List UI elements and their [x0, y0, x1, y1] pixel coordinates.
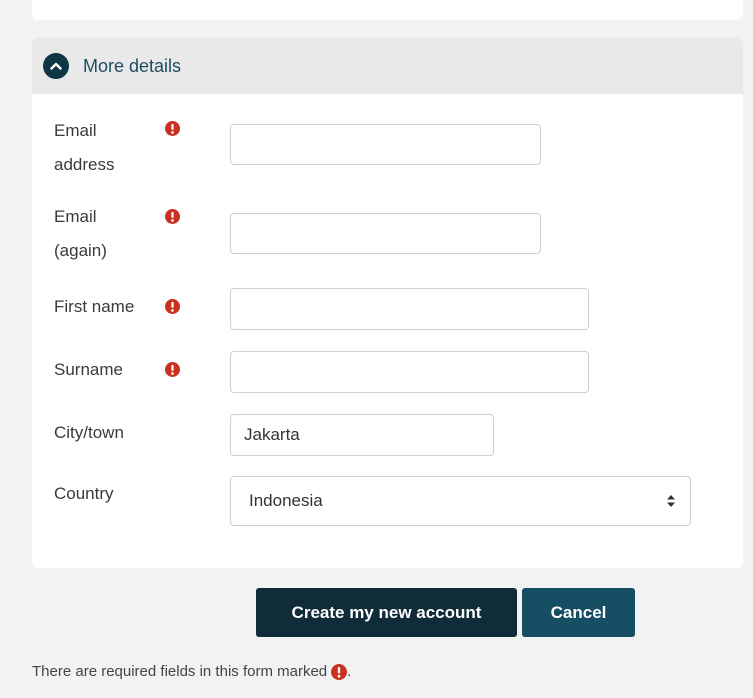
more-details-toggle[interactable]: More details	[32, 38, 743, 94]
email-label: Email address	[54, 121, 115, 174]
required-icon	[165, 209, 180, 224]
required-icon	[165, 121, 180, 136]
chevron-up-icon[interactable]	[43, 53, 69, 79]
city-field[interactable]	[230, 414, 494, 456]
previous-section-card	[32, 0, 743, 20]
required-fields-note: There are required fields in this form m…	[32, 663, 351, 680]
required-icon	[331, 663, 348, 680]
city-label: City/town	[54, 423, 124, 442]
email-again-label: Email (again)	[54, 207, 107, 260]
surname-label: Surname	[54, 360, 123, 379]
required-icon	[165, 299, 180, 314]
firstname-label: First name	[54, 297, 135, 316]
required-note-text: There are required fields in this form m…	[32, 663, 328, 680]
create-account-button[interactable]: Create my new account	[256, 588, 517, 637]
firstname-field[interactable]	[230, 288, 589, 330]
sort-icon	[667, 495, 675, 507]
country-selected-value: Indonesia	[249, 491, 323, 510]
email-again-field[interactable]	[230, 213, 541, 254]
country-select[interactable]: Indonesia	[230, 476, 691, 526]
required-icon	[165, 362, 180, 377]
section-title: More details	[83, 55, 182, 76]
country-label: Country	[54, 484, 114, 503]
cancel-button[interactable]: Cancel	[522, 588, 635, 637]
more-details-card: More details Email address Email (again)…	[32, 38, 743, 568]
email-field[interactable]	[230, 124, 541, 165]
required-note-period: .	[347, 663, 352, 680]
surname-field[interactable]	[230, 351, 589, 393]
